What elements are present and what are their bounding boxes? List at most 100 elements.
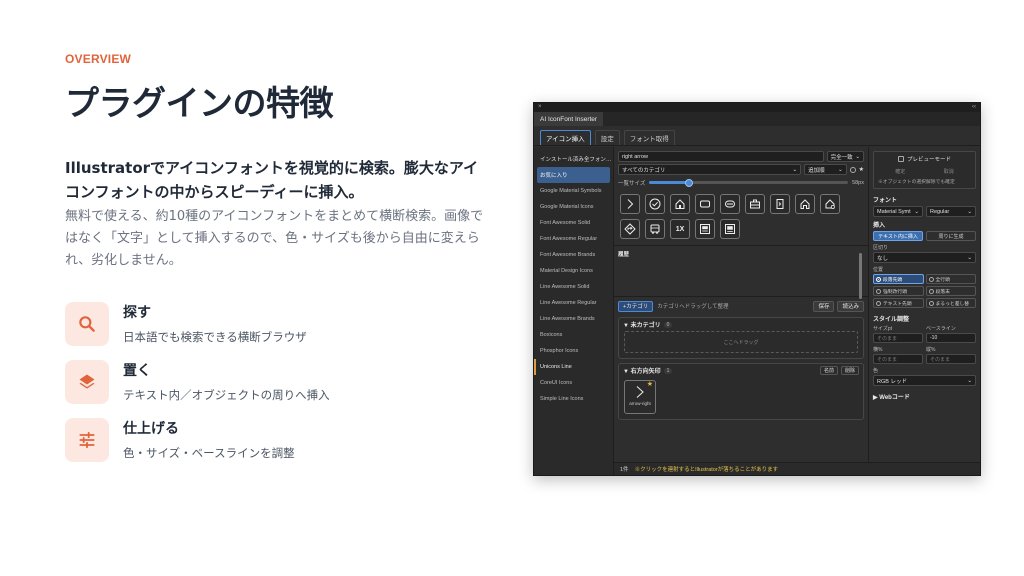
- icon-cell-image-box[interactable]: [695, 219, 715, 239]
- insert-around-toggle[interactable]: 周りに生成: [926, 231, 976, 241]
- cancel-button[interactable]: 取消: [927, 166, 972, 176]
- category-toolbar: +カテゴリ カテゴリヘドラッグして整理 保存 読込み: [618, 299, 864, 313]
- chevron-down-icon: ⌄: [914, 208, 919, 215]
- sidebar-item-simple-line[interactable]: Simple Line Icons: [534, 391, 613, 407]
- sidebar-item-favorites[interactable]: お気に入り: [537, 167, 610, 183]
- grid-scrollbar[interactable]: [859, 253, 862, 299]
- height-input[interactable]: そのまま: [926, 354, 976, 364]
- icon-browser: right arrow 完全一致 ⌄ すべてのカテゴリ ⌄ 追加順 ⌄ ★ 一覧サイズ…: [614, 147, 868, 475]
- close-icon[interactable]: ×: [538, 103, 542, 112]
- lead-text: Illustratorでアイコンフォントを視覚的に検索。膨大なアイコンフォントの…: [65, 159, 479, 201]
- font-family-value: Material Symt: [877, 208, 911, 215]
- home-outline-icon: [800, 199, 810, 209]
- delete-group-button[interactable]: 削除: [840, 366, 859, 375]
- preview-mode-checkbox[interactable]: [897, 156, 904, 162]
- size-slider[interactable]: [649, 178, 849, 187]
- icon-cell-briefcase[interactable]: [745, 194, 765, 214]
- search-icon: [65, 302, 109, 346]
- saved-icon-arrow-right[interactable]: ★ arrow-right: [624, 380, 656, 414]
- position-paragraph-end[interactable]: 段落末: [925, 286, 976, 296]
- icon-cell-1x[interactable]: 1X: [670, 219, 690, 239]
- position-paragraph-start[interactable]: 段落先頭: [873, 274, 924, 284]
- font-family-select[interactable]: Material Symt ⌄: [873, 206, 923, 217]
- sidebar-item-fa-regular[interactable]: Font Awesome Regular: [534, 231, 613, 247]
- sidebar-item-all-installed[interactable]: インストール済み全フォン…: [534, 151, 613, 167]
- chevron-right-icon: [627, 199, 634, 209]
- icon-cell-home[interactable]: [670, 194, 690, 214]
- size-slider-handle[interactable]: [685, 178, 694, 187]
- sort-select[interactable]: 追加順 ⌄: [804, 164, 847, 175]
- options-panel: プレビューモード 確定 取消 ※オブジェクトの選択解除でも確定 フォント Mat…: [868, 147, 980, 475]
- separator-label: 区切り: [873, 245, 889, 251]
- sidebar-item-phosphor[interactable]: Phosphor Icons: [534, 343, 613, 359]
- icon-cell-pill[interactable]: [720, 194, 740, 214]
- tab-settings[interactable]: 設定: [594, 130, 620, 145]
- icon-cell-rounded-rect[interactable]: [695, 194, 715, 214]
- color-select[interactable]: RGB レッド ⌄: [873, 375, 976, 386]
- favorite-filter-toggle[interactable]: [849, 166, 856, 173]
- sidebar-item-coreui[interactable]: CoreUI Icons: [534, 375, 613, 391]
- window-title-bar: AI IconFont Inserter: [534, 112, 980, 126]
- icon-cell-chevron-right[interactable]: [620, 194, 640, 214]
- group-title: ▼ 右方向矢印: [623, 369, 661, 375]
- baseline-input[interactable]: -10: [926, 333, 976, 343]
- sidebar-item-la-solid[interactable]: Line Awesome Solid: [534, 279, 613, 295]
- uncategorized-group: ▼ 未カテゴリ 0 ここへドラッグ: [618, 317, 864, 359]
- star-icon: ★: [646, 381, 653, 388]
- group-title: ▼ 未カテゴリ: [623, 323, 661, 329]
- position-replace-all[interactable]: まるっと差し替: [925, 298, 976, 308]
- sidebar-item-google-material-icons[interactable]: Google Material Icons: [534, 199, 613, 215]
- match-mode-select[interactable]: 完全一致 ⌄: [826, 151, 864, 162]
- tab-insert-icon[interactable]: アイコン挿入: [540, 130, 591, 145]
- chevron-down-icon: ⌄: [838, 166, 843, 173]
- icon-cell-album[interactable]: [720, 219, 740, 239]
- position-all-lines[interactable]: 全行頭: [925, 274, 976, 284]
- description-text: 無料で使える、約10種のアイコンフォントをまとめて横断検索。画像ではなく「文字」…: [65, 209, 484, 268]
- web-code-toggle[interactable]: ▶ Webコード: [873, 392, 976, 401]
- position-text-start[interactable]: テキスト先頭: [873, 298, 924, 308]
- size-value: 58px: [852, 179, 864, 186]
- confirm-button[interactable]: 確定: [878, 166, 923, 176]
- sidebar-item-la-regular[interactable]: Line Awesome Regular: [534, 295, 613, 311]
- rename-group-button[interactable]: 名前: [819, 366, 838, 375]
- sidebar-item-unicons[interactable]: Unicons Line: [534, 359, 613, 375]
- save-button[interactable]: 保存: [813, 300, 835, 312]
- sidebar-item-google-material-symbols[interactable]: Google Material Symbols: [534, 183, 613, 199]
- category-select[interactable]: すべてのカテゴリ ⌄: [618, 164, 802, 175]
- icon-cell-check-circle[interactable]: [645, 194, 665, 214]
- position-forced-break[interactable]: 強制改行頭: [873, 286, 924, 296]
- window-title[interactable]: AI IconFont Inserter: [534, 112, 604, 126]
- icon-cell-home-outline[interactable]: [795, 194, 815, 214]
- collapse-icon[interactable]: ‹‹: [972, 103, 976, 112]
- position-label: 位置: [873, 267, 884, 273]
- uncategorized-header[interactable]: ▼ 未カテゴリ 0: [619, 318, 863, 331]
- insert-section-title: 挿入: [873, 223, 886, 229]
- insert-in-text-toggle[interactable]: テキスト内に挿入: [873, 231, 923, 241]
- width-input[interactable]: そのまま: [873, 354, 923, 364]
- load-button[interactable]: 読込み: [837, 300, 864, 312]
- right-arrow-header[interactable]: ▼ 右方向矢印 1 名前 削除: [619, 364, 863, 377]
- separator-select[interactable]: なし ⌄: [873, 252, 976, 263]
- album-icon: [725, 224, 735, 234]
- icon-cell-diamond-arrow[interactable]: [620, 219, 640, 239]
- icon-cell-door-arrow[interactable]: [770, 194, 790, 214]
- font-style-select[interactable]: Regular ⌄: [926, 206, 976, 217]
- tab-get-fonts[interactable]: フォント取得: [623, 130, 675, 145]
- sidebar-item-material-design[interactable]: Material Design Icons: [534, 263, 613, 279]
- image-box-icon: [700, 224, 710, 234]
- sidebar-item-fa-brands[interactable]: Font Awesome Brands: [534, 247, 613, 263]
- search-input[interactable]: right arrow: [618, 151, 824, 162]
- drop-zone[interactable]: ここへドラッグ: [624, 331, 858, 353]
- add-category-button[interactable]: +カテゴリ: [618, 300, 654, 312]
- icon-cell-home-gear[interactable]: [820, 194, 840, 214]
- font-style-value: Regular: [930, 208, 950, 215]
- sidebar-item-la-brands[interactable]: Line Awesome Brands: [534, 311, 613, 327]
- color-label: 色: [873, 368, 879, 374]
- sidebar-item-fa-solid[interactable]: Font Awesome Solid: [534, 215, 613, 231]
- category-value: すべてのカテゴリ: [622, 167, 666, 174]
- home-icon: [675, 199, 685, 209]
- bus-icon: [650, 224, 660, 234]
- icon-cell-bus[interactable]: [645, 219, 665, 239]
- size-pt-input[interactable]: そのまま: [873, 333, 923, 343]
- sidebar-item-boxicons[interactable]: Boxicons: [534, 327, 613, 343]
